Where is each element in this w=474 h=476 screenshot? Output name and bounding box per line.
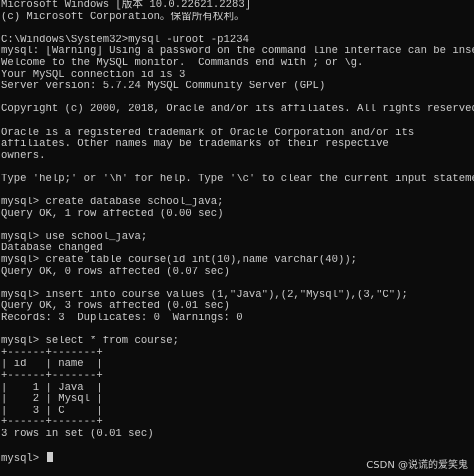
console-line: mysql> select * from course; [1, 336, 180, 348]
result-table-line: +------+-------+ [1, 347, 103, 359]
command-prompt-window[interactable]: Microsoft Windows [版本 10.0.22621.2283] (… [0, 0, 474, 476]
prompt-text: mysql> [1, 453, 46, 464]
console-line: Records: 3 Duplicates: 0 Warnings: 0 [1, 313, 243, 325]
result-table-line: | 1 | Java | [1, 382, 103, 394]
console-line: mysql> create database school_java; [1, 197, 224, 209]
result-table-line: +------+-------+ [1, 371, 103, 382]
console-line: mysql: [Warning] Using a password on the… [1, 46, 474, 58]
console-line: 3 rows in set (0.01 sec) [1, 428, 154, 440]
text-cursor [46, 452, 53, 463]
console-line: Query OK, 3 rows affected (0.01 sec) [1, 301, 230, 313]
result-table-line: | 2 | Mysql | [1, 394, 103, 406]
console-line: Type 'help;' or '\h' for help. Type '\c'… [1, 173, 474, 185]
watermark: CSDN @说谎的爱笑鬼 [366, 460, 468, 472]
console-line: Server version: 5.7.24 MySQL Community S… [1, 81, 326, 93]
console-line: C:\Windows\System32>mysql -uroot -p1234 [1, 34, 249, 46]
console-line: Your MySQL connection id is 3 [1, 69, 186, 81]
result-table-line: +------+-------+ [1, 417, 103, 429]
console-line: Copyright (c) 2000, 2018, Oracle and/or … [1, 104, 474, 116]
console-line: Microsoft Windows [版本 10.0.22621.2283] [1, 0, 252, 11]
console-line: Welcome to the MySQL monitor. Commands e… [1, 57, 364, 69]
console-line: Query OK, 1 row affected (0.00 sec) [1, 208, 224, 220]
console-line: mysql> use school_java; [1, 231, 148, 243]
console-line: affiliates. Other names may be trademark… [1, 139, 389, 151]
console-line: Query OK, 0 rows affected (0.07 sec) [1, 266, 230, 278]
result-table-line: | id | name | [1, 359, 103, 371]
console-line: mysql> create table course(id int(10),na… [1, 255, 358, 267]
console-line: mysql> insert into course values (1,"Jav… [1, 289, 408, 301]
console-line: Oracle is a registered trademark of Orac… [1, 127, 415, 139]
result-table-line: | 3 | C | [1, 405, 103, 417]
console-line: Database changed [1, 243, 103, 255]
console-line: owners. [1, 150, 46, 162]
console-line: (c) Microsoft Corporation。保留所有权利。 [1, 11, 245, 23]
